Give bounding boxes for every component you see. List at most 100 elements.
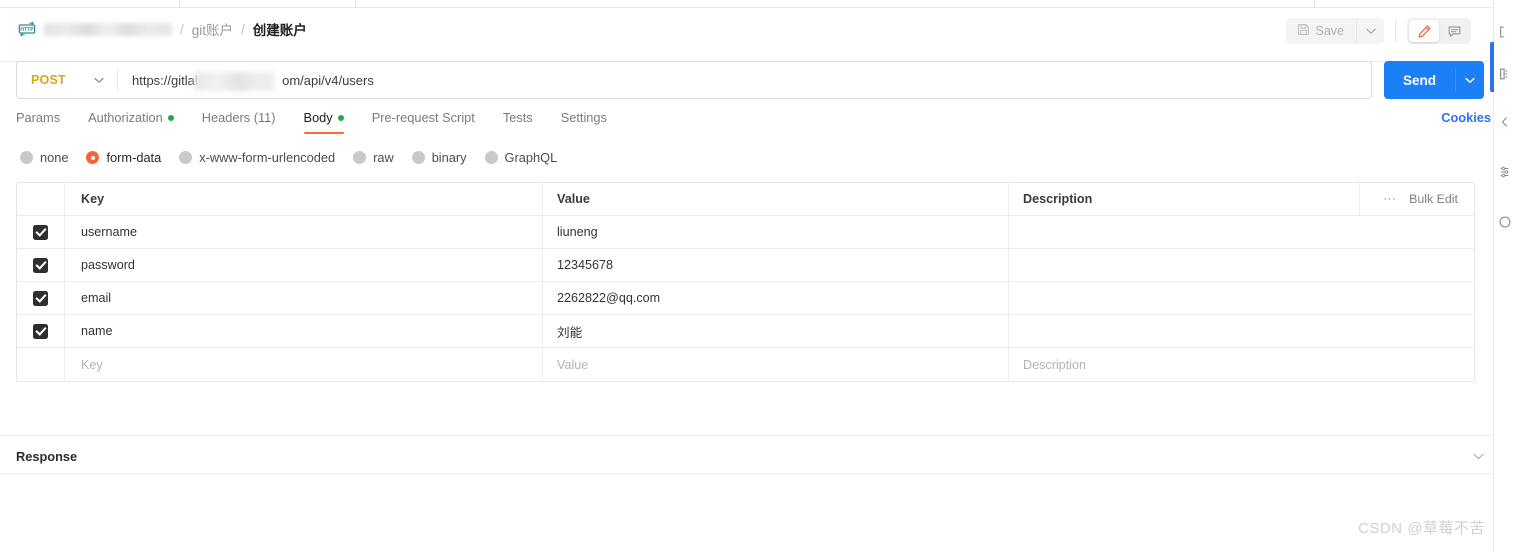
code-brackets-icon[interactable] [1498, 22, 1513, 42]
body-type-GraphQL[interactable]: GraphQL [484, 150, 557, 165]
row-checkbox-cell[interactable] [17, 249, 65, 281]
row-description-input[interactable] [1009, 216, 1474, 248]
radio-button[interactable] [179, 151, 193, 164]
floppy-disk-icon [1297, 23, 1310, 39]
chevron-left-icon[interactable] [1498, 112, 1513, 132]
ellipsis-icon[interactable]: ⋯ [1383, 192, 1397, 205]
postman-window: HTTP / git账户 / 创建账户 Save POST https://gi… [0, 0, 1513, 552]
tab-modified-dot [337, 114, 344, 121]
response-section-header: Response [16, 446, 1484, 466]
placeholder-value-input[interactable]: Value [543, 348, 1009, 381]
row-value-text: 2262822@qq.com [557, 291, 661, 305]
body-type-radio-group: none form-data x-www-form-urlencoded raw bin… [20, 150, 575, 165]
column-header-value: Value [557, 192, 590, 206]
info-circle-icon[interactable] [1498, 212, 1513, 232]
request-header-bar: HTTP / git账户 / 创建账户 Save [0, 8, 1493, 62]
form-data-table: Key Value Description ⋯ Bulk Edit userna… [16, 182, 1475, 382]
save-dropdown-button[interactable] [1357, 18, 1384, 44]
table-row: name 刘能 [17, 315, 1474, 348]
http-method-label: POST [31, 73, 66, 87]
window-tab-strip [0, 0, 1513, 8]
url-bar: POST https://gitlab om/api/v4/users Send [16, 61, 1484, 99]
comment-mode-button[interactable] [1439, 20, 1469, 42]
tab-tests[interactable]: Tests [503, 110, 533, 134]
response-collapse-button[interactable] [1473, 447, 1484, 465]
row-value-input[interactable]: liuneng [543, 216, 1009, 248]
row-value-text: liuneng [557, 225, 598, 239]
send-button-group: Send [1384, 61, 1484, 99]
tab-label: Settings [560, 110, 607, 125]
bulk-edit-button[interactable]: Bulk Edit [1409, 192, 1458, 206]
row-description-input[interactable] [1009, 282, 1474, 314]
breadcrumb-folder[interactable]: git账户 [192, 19, 233, 39]
body-type-form-data[interactable]: form-data [86, 150, 161, 165]
row-checkbox[interactable] [33, 290, 48, 306]
layers-icon[interactable] [1498, 64, 1513, 84]
table-placeholder-row: Key Value Description [17, 348, 1474, 381]
row-key-text: name [81, 324, 113, 338]
row-description-input[interactable] [1009, 249, 1474, 281]
url-input[interactable]: https://gitlab om/api/v4/users [118, 71, 1371, 91]
url-redacted-segment [194, 71, 274, 91]
row-checkbox-cell[interactable] [17, 282, 65, 314]
placeholder-key-input[interactable]: Key [65, 348, 543, 381]
row-key-text: password [81, 258, 135, 272]
edit-mode-button[interactable] [1409, 20, 1439, 42]
tab-authorization[interactable]: Authorization [88, 110, 174, 134]
breadcrumb-current: 创建账户 [252, 23, 307, 38]
body-type-x-www-form-urlencoded[interactable]: x-www-form-urlencoded [179, 150, 335, 165]
breadcrumb-separator-1: / [180, 21, 184, 37]
send-button[interactable]: Send [1384, 61, 1455, 99]
row-key-input[interactable]: password [65, 249, 543, 281]
placeholder-description-input-text: Description [1023, 357, 1086, 372]
send-dropdown-button[interactable] [1456, 61, 1484, 99]
body-type-none[interactable]: none [20, 150, 68, 165]
settings-sliders-icon[interactable] [1498, 162, 1513, 182]
tab-headers-11[interactable]: Headers (11) [202, 110, 276, 134]
placeholder-key-input-text: Key [81, 357, 103, 372]
tab-params[interactable]: Params [16, 110, 60, 134]
breadcrumb-workspace-redacted[interactable] [44, 22, 172, 36]
radio-button[interactable] [86, 151, 100, 164]
body-type-label: none [40, 150, 69, 165]
row-checkbox-cell[interactable] [17, 315, 65, 347]
tab-label: Tests [502, 110, 533, 125]
row-value-input[interactable]: 12345678 [543, 249, 1009, 281]
url-text-suffix: om/api/v4/users [282, 72, 374, 88]
row-checkbox[interactable] [33, 323, 48, 339]
tab-body[interactable]: Body [303, 110, 344, 134]
row-key-input[interactable]: username [65, 216, 543, 248]
tab-settings[interactable]: Settings [561, 110, 607, 134]
table-header-actions: ⋯ Bulk Edit [1359, 183, 1474, 215]
pencil-icon [1418, 24, 1431, 38]
body-type-raw[interactable]: raw [353, 150, 394, 165]
save-button[interactable]: Save [1286, 18, 1357, 44]
radio-button[interactable] [353, 151, 367, 164]
body-type-binary[interactable]: binary [411, 150, 467, 165]
body-type-label: binary [431, 150, 467, 165]
radio-button[interactable] [411, 151, 425, 164]
row-checkbox[interactable] [33, 224, 48, 240]
row-description-input[interactable] [1009, 315, 1474, 347]
radio-button[interactable] [20, 151, 33, 164]
row-value-input[interactable]: 刘能 [543, 315, 1009, 347]
row-key-input[interactable]: name [65, 315, 543, 347]
tab-label: Params [16, 110, 61, 125]
column-header-key: Key [81, 192, 105, 206]
placeholder-checkbox-cell[interactable] [17, 348, 65, 381]
response-title: Response [16, 448, 78, 464]
cookies-link[interactable]: Cookies [1441, 110, 1491, 125]
row-checkbox-cell[interactable] [17, 216, 65, 248]
tab-pre-request-script[interactable]: Pre-request Script [372, 110, 475, 134]
header-description-cell: Description [1009, 183, 1359, 215]
row-checkbox[interactable] [33, 257, 48, 273]
placeholder-description-input[interactable]: Description [1009, 348, 1474, 381]
radio-button[interactable] [484, 151, 498, 164]
save-label: Save [1315, 24, 1345, 38]
row-value-input[interactable]: 2262822@qq.com [543, 282, 1009, 314]
http-method-select[interactable]: POST [17, 62, 117, 98]
chevron-down-icon [1465, 77, 1475, 83]
row-key-input[interactable]: email [65, 282, 543, 314]
request-section-tabs: Params Authorization Headers (11) Body Pre-r… [16, 110, 1484, 138]
table-row: password 12345678 [17, 249, 1474, 282]
